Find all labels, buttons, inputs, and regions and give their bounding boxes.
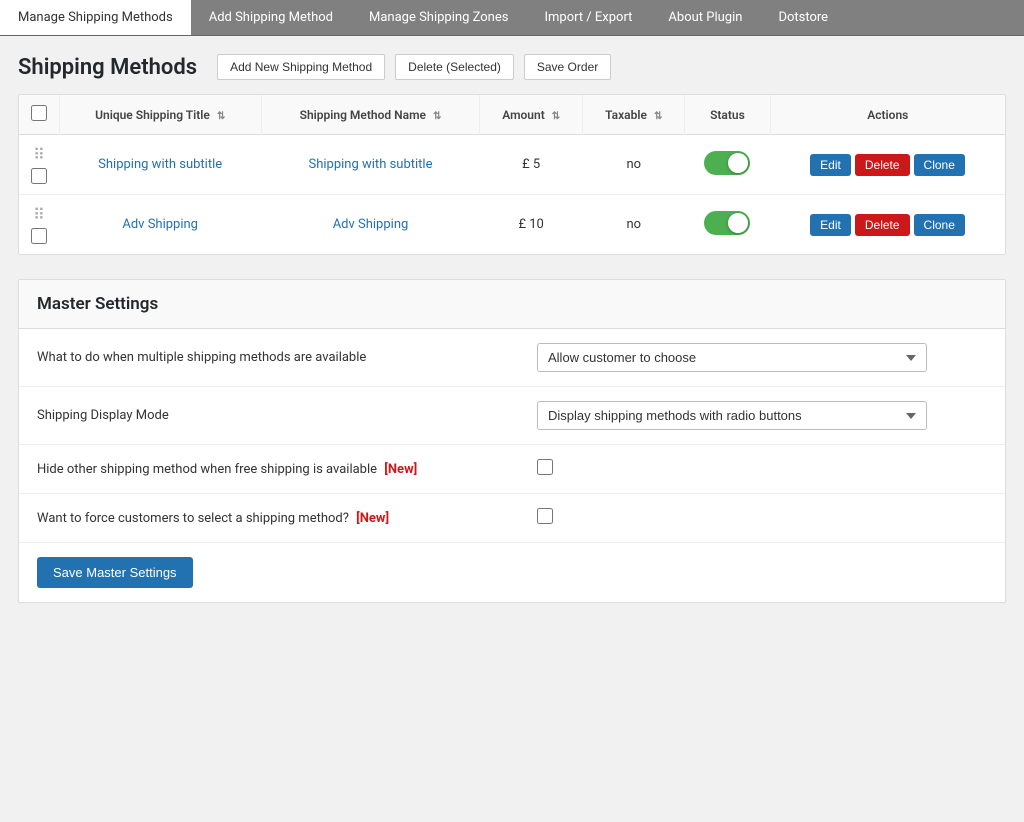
row2-status-toggle[interactable] xyxy=(704,211,750,235)
multiple-methods-select[interactable]: Allow customer to choose Use cheapest me… xyxy=(537,343,927,372)
nav-manage-shipping-zones[interactable]: Manage Shipping Zones xyxy=(351,0,526,35)
row1-checkbox[interactable] xyxy=(31,168,47,184)
row1-amount: £ 5 xyxy=(480,135,583,195)
row2-status xyxy=(685,195,770,255)
shipping-methods-table: Unique Shipping Title ⇅ Shipping Method … xyxy=(19,95,1005,254)
setting-row-display-mode: Shipping Display Mode Display shipping m… xyxy=(19,387,1005,445)
delete-selected-button[interactable]: Delete (Selected) xyxy=(395,54,514,80)
row1-status-toggle[interactable] xyxy=(704,151,750,175)
row2-delete-button[interactable]: Delete xyxy=(855,214,910,236)
save-master-settings-button[interactable]: Save Master Settings xyxy=(37,557,193,588)
drag-handle-row2[interactable]: ⠿ xyxy=(33,205,45,224)
master-settings-title: Master Settings xyxy=(37,294,987,314)
setting-label-display-mode: Shipping Display Mode xyxy=(37,408,537,423)
row1-actions: Edit Delete Clone xyxy=(770,135,1005,195)
col-header-name: Shipping Method Name ⇅ xyxy=(261,95,479,135)
master-settings-section: Master Settings What to do when multiple… xyxy=(18,279,1006,603)
row2-name-link[interactable]: Adv Shipping xyxy=(333,217,409,232)
setting-label-hide-free: Hide other shipping method when free shi… xyxy=(37,462,537,477)
row1-name-link[interactable]: Shipping with subtitle xyxy=(309,157,433,172)
hide-free-checkbox[interactable] xyxy=(537,459,553,475)
row2-actions: Edit Delete Clone xyxy=(770,195,1005,255)
col-header-actions: Actions xyxy=(770,95,1005,135)
setting-label-multiple-methods: What to do when multiple shipping method… xyxy=(37,350,537,365)
row2-amount: £ 10 xyxy=(480,195,583,255)
nav-about-plugin[interactable]: About Plugin xyxy=(650,0,760,35)
save-order-button[interactable]: Save Order xyxy=(524,54,611,80)
row1-status xyxy=(685,135,770,195)
setting-row-hide-free: Hide other shipping method when free shi… xyxy=(19,445,1005,494)
row1-drag-cb: ⠿ xyxy=(19,135,59,195)
nav-add-shipping-method[interactable]: Add Shipping Method xyxy=(191,0,351,35)
table-row: ⠿ Shipping with subtitle Shipping with s… xyxy=(19,135,1005,195)
shipping-methods-title: Shipping Methods xyxy=(18,55,197,80)
col-header-taxable: Taxable ⇅ xyxy=(583,95,685,135)
table-row: ⠿ Adv Shipping Adv Shipping £ 10 no xyxy=(19,195,1005,255)
col-header-title: Unique Shipping Title ⇅ xyxy=(59,95,261,135)
new-badge-hide-free: [New] xyxy=(384,462,417,477)
select-all-checkbox[interactable] xyxy=(31,105,47,121)
top-navigation: Manage Shipping Methods Add Shipping Met… xyxy=(0,0,1024,36)
setting-control-force-select xyxy=(537,508,987,528)
row2-clone-button[interactable]: Clone xyxy=(914,214,965,236)
setting-control-multiple-methods: Allow customer to choose Use cheapest me… xyxy=(537,343,987,372)
row1-title: Shipping with subtitle xyxy=(59,135,261,195)
sort-arrows-name[interactable]: ⇅ xyxy=(433,111,441,122)
sort-arrows-amount[interactable]: ⇅ xyxy=(552,111,560,122)
row1-name: Shipping with subtitle xyxy=(261,135,479,195)
col-header-amount: Amount ⇅ xyxy=(480,95,583,135)
col-header-status: Status xyxy=(685,95,770,135)
main-content: Shipping Methods Add New Shipping Method… xyxy=(0,36,1024,621)
setting-row-multiple-methods: What to do when multiple shipping method… xyxy=(19,329,1005,387)
row1-edit-button[interactable]: Edit xyxy=(810,154,851,176)
setting-control-display-mode: Display shipping methods with radio butt… xyxy=(537,401,987,430)
shipping-methods-table-wrapper: Unique Shipping Title ⇅ Shipping Method … xyxy=(18,94,1006,255)
display-mode-select[interactable]: Display shipping methods with radio butt… xyxy=(537,401,927,430)
row1-title-link[interactable]: Shipping with subtitle xyxy=(98,157,222,172)
sort-arrows-taxable[interactable]: ⇅ xyxy=(654,111,662,122)
force-select-checkbox[interactable] xyxy=(537,508,553,524)
row2-title-link[interactable]: Adv Shipping xyxy=(122,217,198,232)
drag-handle-row1[interactable]: ⠿ xyxy=(33,145,45,164)
row2-checkbox[interactable] xyxy=(31,228,47,244)
sort-arrows-title[interactable]: ⇅ xyxy=(217,111,225,122)
setting-row-force-select: Want to force customers to select a ship… xyxy=(19,494,1005,543)
save-master-settings-wrapper: Save Master Settings xyxy=(19,543,1005,602)
nav-dotstore[interactable]: Dotstore xyxy=(760,0,846,35)
row2-drag-cb: ⠿ xyxy=(19,195,59,255)
row1-taxable: no xyxy=(583,135,685,195)
row1-delete-button[interactable]: Delete xyxy=(855,154,910,176)
row2-name: Adv Shipping xyxy=(261,195,479,255)
shipping-methods-header: Shipping Methods Add New Shipping Method… xyxy=(18,54,1006,80)
new-badge-force-select: [New] xyxy=(356,511,389,526)
row2-taxable: no xyxy=(583,195,685,255)
nav-import-export[interactable]: Import / Export xyxy=(526,0,650,35)
master-settings-header: Master Settings xyxy=(19,280,1005,329)
row2-edit-button[interactable]: Edit xyxy=(810,214,851,236)
table-header-row: Unique Shipping Title ⇅ Shipping Method … xyxy=(19,95,1005,135)
setting-label-force-select: Want to force customers to select a ship… xyxy=(37,511,537,526)
row2-action-buttons: Edit Delete Clone xyxy=(778,214,997,236)
row1-clone-button[interactable]: Clone xyxy=(914,154,965,176)
row2-title: Adv Shipping xyxy=(59,195,261,255)
setting-control-hide-free xyxy=(537,459,987,479)
nav-manage-shipping-methods[interactable]: Manage Shipping Methods xyxy=(0,0,191,35)
add-new-shipping-method-button[interactable]: Add New Shipping Method xyxy=(217,54,385,80)
select-all-header xyxy=(19,95,59,135)
row1-action-buttons: Edit Delete Clone xyxy=(778,154,997,176)
